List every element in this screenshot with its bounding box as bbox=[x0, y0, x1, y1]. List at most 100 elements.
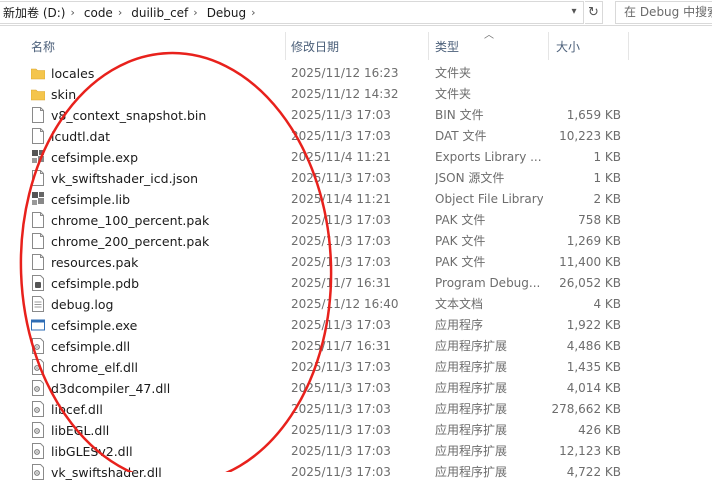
file-icon bbox=[31, 233, 45, 249]
folder-icon bbox=[30, 65, 46, 81]
file-name[interactable]: chrome_100_percent.pak bbox=[51, 213, 209, 228]
file-type: Object File Library bbox=[435, 192, 543, 206]
file-type: Exports Library ... bbox=[435, 150, 542, 164]
dll-icon bbox=[31, 380, 45, 396]
file-name[interactable]: cefsimple.lib bbox=[51, 192, 130, 207]
file-date: 2025/11/3 17:03 bbox=[291, 129, 391, 143]
column-name[interactable]: 名称 bbox=[31, 38, 55, 55]
file-row[interactable]: locales 2025/11/12 16:23 文件夹 bbox=[0, 63, 712, 84]
file-row[interactable]: cefsimple.lib 2025/11/4 11:21 Object File … bbox=[0, 189, 712, 210]
breadcrumb-separator-icon[interactable]: › bbox=[68, 6, 80, 19]
refresh-icon[interactable]: ↻ bbox=[585, 1, 603, 24]
sort-ascending-icon: ︿ bbox=[484, 30, 494, 41]
column-type[interactable]: 类型 bbox=[435, 38, 459, 55]
search-input[interactable]: 在 Debug 中搜索 bbox=[615, 1, 712, 24]
file-date: 2025/11/3 17:03 bbox=[291, 381, 391, 395]
file-icon bbox=[31, 212, 45, 228]
file-row[interactable]: chrome_200_percent.pak 2025/11/3 17:03 PAK… bbox=[0, 231, 712, 252]
file-name[interactable]: cefsimple.exp bbox=[51, 150, 138, 165]
file-size: 278,662 KB bbox=[551, 402, 621, 416]
file-size: 4,014 KB bbox=[566, 381, 621, 395]
breadcrumb-debug[interactable]: Debug bbox=[204, 6, 249, 20]
exp-file-icon bbox=[31, 149, 45, 165]
file-row[interactable]: libEGL.dll 2025/11/3 17:03 应用程序扩展 426 KB bbox=[0, 420, 712, 441]
breadcrumb[interactable]: 新加卷 (D:) › code › duilib_cef › Debug › bbox=[0, 1, 584, 24]
file-name[interactable]: chrome_elf.dll bbox=[51, 360, 138, 375]
file-date: 2025/11/7 16:31 bbox=[291, 276, 391, 290]
file-type: 应用程序扩展 bbox=[435, 423, 508, 437]
file-size: 11,400 KB bbox=[559, 255, 621, 269]
file-name[interactable]: d3dcompiler_47.dll bbox=[51, 381, 170, 396]
file-type: BIN 文件 bbox=[435, 108, 484, 122]
file-type: Program Debug... bbox=[435, 276, 541, 290]
file-name[interactable]: libcef.dll bbox=[51, 402, 103, 417]
text-file-icon bbox=[31, 296, 45, 312]
file-type: PAK 文件 bbox=[435, 213, 486, 227]
file-row[interactable]: v8_context_snapshot.bin 2025/11/3 17:03 BI… bbox=[0, 105, 712, 126]
file-name[interactable]: debug.log bbox=[51, 297, 113, 312]
file-icon bbox=[31, 107, 45, 123]
file-name[interactable]: cefsimple.dll bbox=[51, 339, 130, 354]
file-type: 应用程序扩展 bbox=[435, 444, 508, 458]
breadcrumb-separator-icon[interactable]: › bbox=[191, 6, 203, 19]
column-size[interactable]: 大小 bbox=[556, 38, 580, 55]
file-name[interactable]: libEGL.dll bbox=[51, 423, 109, 438]
breadcrumb-separator-icon[interactable]: › bbox=[116, 6, 128, 19]
file-row[interactable]: chrome_100_percent.pak 2025/11/3 17:03 PAK… bbox=[0, 210, 712, 231]
file-row[interactable]: libcef.dll 2025/11/3 17:03 应用程序扩展 278,662 K… bbox=[0, 399, 712, 420]
file-icon bbox=[31, 254, 45, 270]
file-type: 应用程序扩展 bbox=[435, 339, 508, 353]
file-row[interactable]: vk_swiftshader_icd.json 2025/11/3 17:03 JS… bbox=[0, 168, 712, 189]
file-icon bbox=[31, 170, 45, 186]
file-name[interactable]: skin bbox=[51, 87, 76, 102]
file-row[interactable]: libGLESv2.dll 2025/11/3 17:03 应用程序扩展 12,123… bbox=[0, 441, 712, 462]
file-row[interactable]: cefsimple.dll 2025/11/7 16:31 应用程序扩展 4,486 … bbox=[0, 336, 712, 357]
file-name[interactable]: vk_swiftshader_icd.json bbox=[51, 171, 198, 186]
file-name[interactable]: cefsimple.pdb bbox=[51, 276, 139, 291]
file-name[interactable]: resources.pak bbox=[51, 255, 138, 270]
file-date: 2025/11/3 17:03 bbox=[291, 234, 391, 248]
column-date[interactable]: 修改日期 bbox=[291, 38, 339, 55]
file-list: locales 2025/11/12 16:23 文件夹 skin 2025/11/12… bbox=[0, 63, 712, 483]
file-date: 2025/11/3 17:03 bbox=[291, 360, 391, 374]
file-name[interactable]: icudtl.dat bbox=[51, 129, 110, 144]
file-row[interactable]: vk_swiftshader.dll 2025/11/3 17:03 应用程序扩展 4… bbox=[0, 462, 712, 483]
dll-icon bbox=[31, 464, 45, 480]
breadcrumb-drive[interactable]: 新加卷 (D:) bbox=[0, 4, 68, 21]
breadcrumb-duilib-cef[interactable]: duilib_cef bbox=[128, 6, 191, 20]
file-date: 2025/11/3 17:03 bbox=[291, 402, 391, 416]
file-row[interactable]: skin 2025/11/12 14:32 文件夹 bbox=[0, 84, 712, 105]
breadcrumb-separator-icon[interactable]: › bbox=[249, 6, 261, 19]
file-row[interactable]: chrome_elf.dll 2025/11/3 17:03 应用程序扩展 1,435… bbox=[0, 357, 712, 378]
column-divider[interactable] bbox=[428, 32, 429, 60]
file-size: 4,486 KB bbox=[566, 339, 621, 353]
file-size: 10,223 KB bbox=[559, 129, 621, 143]
file-size: 1,659 KB bbox=[566, 108, 621, 122]
file-name[interactable]: chrome_200_percent.pak bbox=[51, 234, 209, 249]
file-row[interactable]: resources.pak 2025/11/3 17:03 PAK 文件 11,400… bbox=[0, 252, 712, 273]
file-name[interactable]: libGLESv2.dll bbox=[51, 444, 133, 459]
file-row[interactable]: icudtl.dat 2025/11/3 17:03 DAT 文件 10,223 KB bbox=[0, 126, 712, 147]
file-row[interactable]: cefsimple.exp 2025/11/4 11:21 Exports Libr… bbox=[0, 147, 712, 168]
column-divider[interactable] bbox=[548, 32, 549, 60]
file-size: 1,435 KB bbox=[566, 360, 621, 374]
file-name[interactable]: locales bbox=[51, 66, 94, 81]
column-divider[interactable] bbox=[285, 32, 286, 60]
chevron-down-icon[interactable]: ▾ bbox=[566, 3, 582, 21]
file-type: DAT 文件 bbox=[435, 129, 487, 143]
file-size: 2 KB bbox=[593, 192, 621, 206]
file-size: 26,052 KB bbox=[559, 276, 621, 290]
breadcrumb-code[interactable]: code bbox=[81, 6, 116, 20]
file-type: PAK 文件 bbox=[435, 234, 486, 248]
file-row[interactable]: cefsimple.exe 2025/11/3 17:03 应用程序 1,922 KB bbox=[0, 315, 712, 336]
file-size: 1 KB bbox=[593, 150, 621, 164]
file-name[interactable]: vk_swiftshader.dll bbox=[51, 465, 162, 480]
file-row[interactable]: debug.log 2025/11/12 16:40 文本文档 4 KB bbox=[0, 294, 712, 315]
file-row[interactable]: cefsimple.pdb 2025/11/7 16:31 Program Debu… bbox=[0, 273, 712, 294]
file-size: 758 KB bbox=[578, 213, 621, 227]
file-name[interactable]: v8_context_snapshot.bin bbox=[51, 108, 206, 123]
file-type: 应用程序扩展 bbox=[435, 402, 508, 416]
file-row[interactable]: d3dcompiler_47.dll 2025/11/3 17:03 应用程序扩展 4… bbox=[0, 378, 712, 399]
file-name[interactable]: cefsimple.exe bbox=[51, 318, 137, 333]
column-divider[interactable] bbox=[628, 32, 629, 60]
